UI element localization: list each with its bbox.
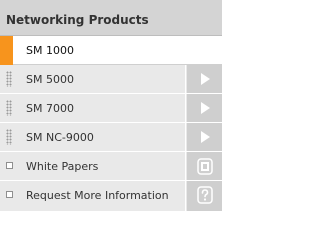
menu-title: Networking Products [6,13,149,27]
arrow-right-icon [201,102,210,114]
link-white-papers[interactable]: White Papers [0,152,222,181]
menu-item-sm-5000[interactable]: SM 5000 [0,65,222,94]
networking-products-menu: Networking Products SM 1000 SM 5000 SM 7… [0,0,222,211]
help-button[interactable] [187,181,222,211]
menu-item-body[interactable]: SM 7000 [0,94,186,122]
grip-icon [6,100,12,116]
help-icon [197,186,213,204]
document-icon [197,158,213,175]
menu-item-body[interactable]: SM NC-9000 [0,123,186,151]
bullet-box-icon [6,162,13,169]
arrow-right-icon [201,73,210,85]
link-body[interactable]: Request More Information [0,181,186,211]
menu-item-body[interactable]: SM 5000 [0,65,186,93]
grip-icon [6,71,12,87]
menu-item-sm-7000[interactable]: SM 7000 [0,94,222,123]
link-body[interactable]: White Papers [0,152,186,180]
expand-button[interactable] [187,65,222,93]
link-label: White Papers [26,160,99,173]
expand-button[interactable] [187,123,222,151]
menu-header: Networking Products [0,0,222,36]
menu-item-label: SM 5000 [26,73,74,86]
menu-item-label: SM 7000 [26,102,74,115]
grip-icon [6,129,12,145]
bullet-box-icon [6,191,13,198]
menu-item-label: SM NC-9000 [26,131,94,144]
arrow-right-icon [201,131,210,143]
link-label: Request More Information [26,189,169,202]
document-button[interactable] [187,152,222,180]
menu-item-sm-nc-9000[interactable]: SM NC-9000 [0,123,222,152]
menu-item-label: SM 1000 [26,44,74,57]
link-request-info[interactable]: Request More Information [0,181,222,211]
menu-item-sm-1000[interactable]: SM 1000 [0,36,222,65]
expand-button[interactable] [187,94,222,122]
active-indicator [0,36,13,65]
